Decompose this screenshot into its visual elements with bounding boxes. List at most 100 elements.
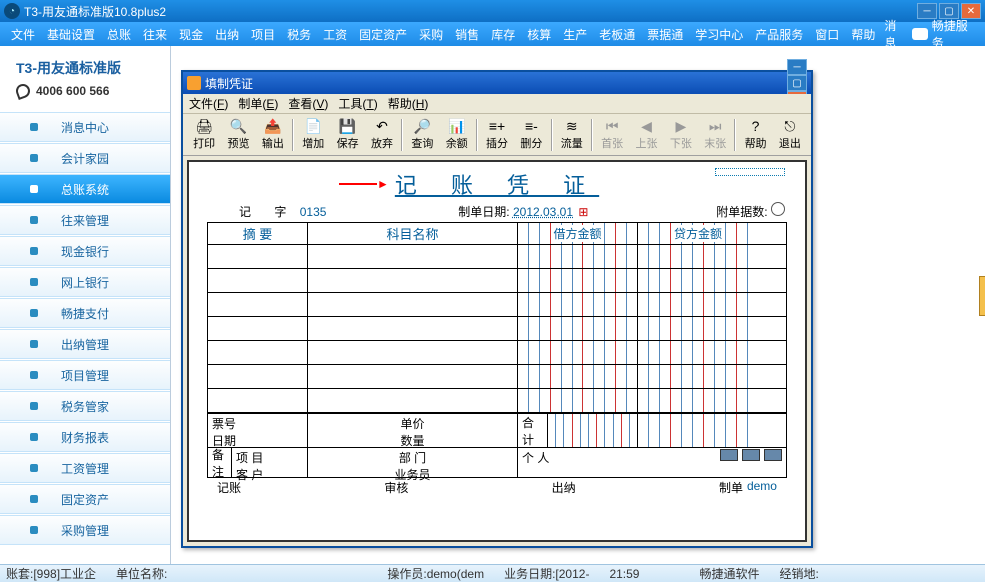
- cell-credit[interactable]: [638, 293, 758, 316]
- cell-credit[interactable]: [638, 341, 758, 364]
- main-menu-窗口[interactable]: 窗口: [810, 24, 844, 45]
- sidebar-item-财务报表[interactable]: 财务报表: [0, 422, 170, 452]
- sidebar-item-网上银行[interactable]: 网上银行: [0, 267, 170, 297]
- cell-debit[interactable]: [518, 341, 638, 364]
- voucher-menu-制单[interactable]: 制单(E): [238, 95, 278, 112]
- main-menu-票据通[interactable]: 票据通: [642, 24, 688, 45]
- toolbar-save-button[interactable]: 💾保存: [330, 116, 364, 154]
- sidebar-item-采购管理[interactable]: 采购管理: [0, 515, 170, 545]
- grid-row[interactable]: [208, 317, 786, 341]
- sidebar-item-出纳管理[interactable]: 出纳管理: [0, 329, 170, 359]
- toolbar-exit-button[interactable]: ⎋退出: [773, 116, 807, 154]
- toolbar-print-button[interactable]: 🖨打印: [187, 116, 221, 154]
- grid-body[interactable]: [208, 245, 786, 413]
- cell-debit[interactable]: [518, 293, 638, 316]
- main-menu-出纳[interactable]: 出纳: [210, 24, 244, 45]
- background-tab[interactable]: 账: [979, 276, 985, 316]
- toolbar-discard-button[interactable]: ↶放弃: [365, 116, 399, 154]
- toolbar-help-button[interactable]: ?帮助: [738, 116, 772, 154]
- cell-subject[interactable]: [308, 317, 518, 340]
- main-menu-库存[interactable]: 库存: [486, 24, 520, 45]
- sidebar-item-畅捷支付[interactable]: 畅捷支付: [0, 298, 170, 328]
- cell-debit[interactable]: [518, 317, 638, 340]
- main-menu-工资[interactable]: 工资: [318, 24, 352, 45]
- sidebar-item-固定资产[interactable]: 固定资产: [0, 484, 170, 514]
- sidebar-item-税务管家[interactable]: 税务管家: [0, 391, 170, 421]
- cell-summary[interactable]: [208, 317, 308, 340]
- cell-debit[interactable]: [518, 389, 638, 412]
- main-menu-往来[interactable]: 往来: [138, 24, 172, 45]
- main-menu-固定资产[interactable]: 固定资产: [354, 24, 412, 45]
- toolbar-add-button[interactable]: 📄增加: [296, 116, 330, 154]
- grid-row[interactable]: [208, 389, 786, 413]
- voucher-menu-查看[interactable]: 查看(V): [288, 95, 328, 112]
- main-menu-税务[interactable]: 税务: [282, 24, 316, 45]
- sidebar-item-往来管理[interactable]: 往来管理: [0, 205, 170, 235]
- voucher-menu-工具[interactable]: 工具(T): [338, 95, 377, 112]
- grid-row[interactable]: [208, 269, 786, 293]
- toolbar-delrow-button[interactable]: ≡-删分: [514, 116, 548, 154]
- cell-summary[interactable]: [208, 269, 308, 292]
- cell-credit[interactable]: [638, 317, 758, 340]
- cell-credit[interactable]: [638, 245, 758, 268]
- main-menu-产品服务[interactable]: 产品服务: [750, 24, 808, 45]
- voucher-menu-帮助[interactable]: 帮助(H): [388, 95, 429, 112]
- main-menu-核算[interactable]: 核算: [522, 24, 556, 45]
- cell-subject[interactable]: [308, 269, 518, 292]
- cell-credit[interactable]: [638, 269, 758, 292]
- main-menu-老板通[interactable]: 老板通: [594, 24, 640, 45]
- cell-subject[interactable]: [308, 365, 518, 388]
- magnify-icon[interactable]: [771, 202, 785, 216]
- main-menu-学习中心[interactable]: 学习中心: [690, 24, 748, 45]
- toolbar-flow-button[interactable]: ≋流量: [555, 116, 589, 154]
- grid-row[interactable]: [208, 341, 786, 365]
- sidebar-item-总账系统[interactable]: 总账系统: [0, 174, 170, 204]
- main-menu-生产[interactable]: 生产: [558, 24, 592, 45]
- cell-debit[interactable]: [518, 365, 638, 388]
- main-menu-项目[interactable]: 项目: [246, 24, 280, 45]
- cell-debit[interactable]: [518, 269, 638, 292]
- sidebar-item-现金银行[interactable]: 现金银行: [0, 236, 170, 266]
- cell-summary[interactable]: [208, 245, 308, 268]
- cell-subject[interactable]: [308, 341, 518, 364]
- aux-button-3[interactable]: [764, 449, 782, 461]
- main-menu-帮助[interactable]: 帮助: [846, 24, 880, 45]
- toolbar-query-button[interactable]: 🔎查询: [405, 116, 439, 154]
- main-menu-基础设置[interactable]: 基础设置: [42, 24, 100, 45]
- main-menu-总账[interactable]: 总账: [102, 24, 136, 45]
- cell-subject[interactable]: [308, 245, 518, 268]
- main-menu-现金[interactable]: 现金: [174, 24, 208, 45]
- cell-summary[interactable]: [208, 293, 308, 316]
- sidebar-item-会计家园[interactable]: 会计家园: [0, 143, 170, 173]
- cell-credit[interactable]: [638, 365, 758, 388]
- aux-button-2[interactable]: [742, 449, 760, 461]
- bubble-icon[interactable]: [912, 28, 928, 40]
- cell-summary[interactable]: [208, 389, 308, 412]
- cell-subject[interactable]: [308, 293, 518, 316]
- sidebar-item-项目管理[interactable]: 项目管理: [0, 360, 170, 390]
- cell-credit[interactable]: [638, 389, 758, 412]
- toolbar-insert-button[interactable]: ≡+插分: [480, 116, 514, 154]
- calendar-icon[interactable]: ⊞: [578, 205, 588, 219]
- sidebar-item-消息中心[interactable]: 消息中心: [0, 112, 170, 142]
- cell-subject[interactable]: [308, 389, 518, 412]
- grid-row[interactable]: [208, 245, 786, 269]
- toolbar-export-button[interactable]: 📤输出: [256, 116, 290, 154]
- cell-debit[interactable]: [518, 245, 638, 268]
- voucher-title[interactable]: 记 账 凭 证: [207, 168, 787, 200]
- grid-row[interactable]: [208, 365, 786, 389]
- main-menu-文件[interactable]: 文件: [6, 24, 40, 45]
- grid-row[interactable]: [208, 293, 786, 317]
- sidebar-item-工资管理[interactable]: 工资管理: [0, 453, 170, 483]
- toolbar-balance-button[interactable]: 📊余额: [440, 116, 474, 154]
- main-menu-采购[interactable]: 采购: [414, 24, 448, 45]
- aux-button-1[interactable]: [720, 449, 738, 461]
- voucher-date-value[interactable]: 2012.03.01: [513, 205, 573, 219]
- main-menu-销售[interactable]: 销售: [450, 24, 484, 45]
- voucher-maximize-button[interactable]: ▢: [787, 75, 807, 91]
- toolbar-preview-button[interactable]: 🔍预览: [221, 116, 255, 154]
- voucher-minimize-button[interactable]: ─: [787, 59, 807, 75]
- cell-summary[interactable]: [208, 365, 308, 388]
- voucher-menu-文件[interactable]: 文件(F): [189, 95, 228, 112]
- voucher-num-value[interactable]: 0135: [300, 205, 327, 219]
